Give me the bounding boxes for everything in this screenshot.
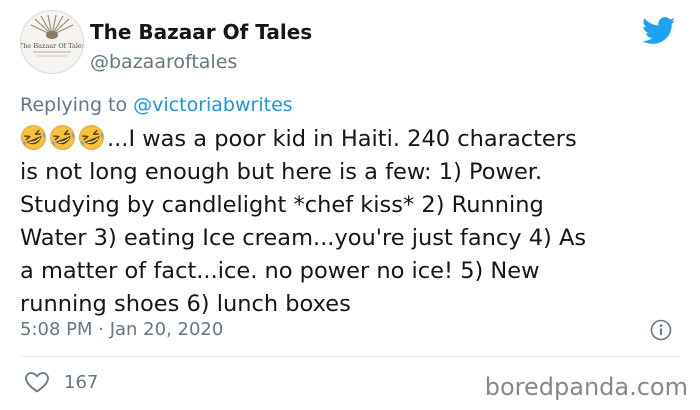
twitter-bird-icon[interactable] [642,17,676,45]
tweet-line: is not long enough but here is a few: 1)… [20,159,543,185]
rolling-on-floor-laughing-emoji [20,124,47,151]
author-handle[interactable]: @bazaaroftales [90,50,237,74]
tweet-body: ...I was a poor kid in Haiti. 240 charac… [20,123,682,321]
bazaar-logo-icon: The Bazaar Of Tales [21,11,83,73]
watermark: boredpanda.com [484,373,688,401]
heart-icon [25,372,49,393]
replying-to: Replying to @victoriabwrites [20,92,293,118]
rolling-on-floor-laughing-emoji [49,124,76,151]
tweet-line: Studying by candlelight *chef kiss* 2) R… [20,192,544,218]
tweet-line: running shoes 6) lunch boxes [20,291,351,317]
divider [20,356,680,357]
reply-mention-link[interactable]: @victoriabwrites [133,94,293,116]
tweet-line-text: ...I was a poor kid in Haiti. 240 charac… [107,126,577,152]
emoji-group [20,124,107,152]
svg-text:The Bazaar Of Tales: The Bazaar Of Tales [21,42,83,50]
info-icon[interactable] [650,319,672,341]
tweet-line: Water 3) eating Ice cream...you're just … [20,225,587,251]
tweet-timestamp[interactable]: 5:08 PM · Jan 20, 2020 [20,318,223,342]
rolling-on-floor-laughing-emoji [78,124,105,151]
author-name[interactable]: The Bazaar Of Tales [90,19,312,45]
tweet-line: ...I was a poor kid in Haiti. 240 charac… [20,123,682,156]
avatar[interactable]: The Bazaar Of Tales [20,10,84,74]
tweet-line: a matter of fact...ice. no power no ice!… [20,258,540,284]
like-button[interactable]: 167 [24,370,98,394]
replying-to-label: Replying to [20,94,134,116]
like-count: 167 [64,371,99,393]
